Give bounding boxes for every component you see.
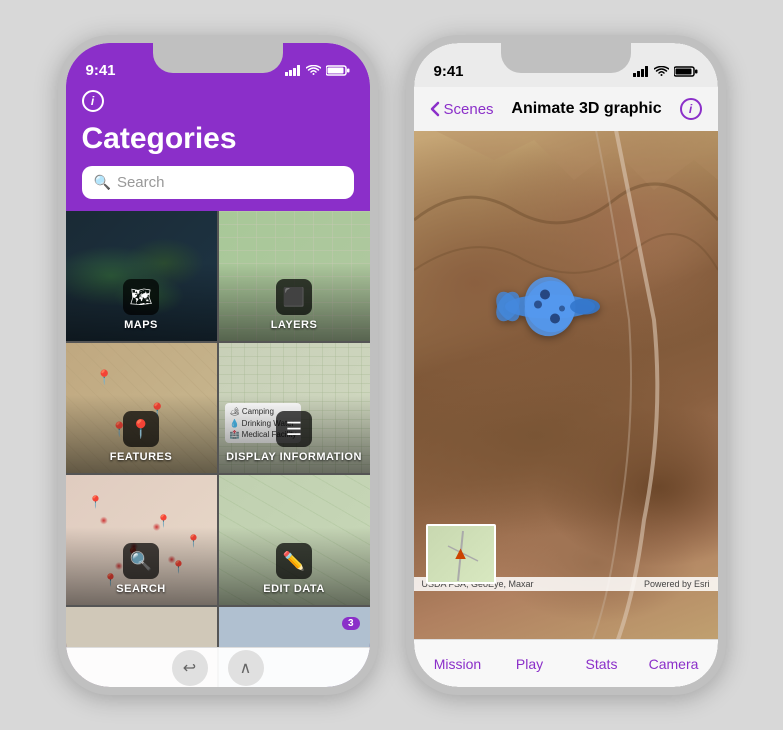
tab-play[interactable]: Play bbox=[494, 656, 566, 672]
tab-bar: Mission Play Stats Camera bbox=[414, 639, 718, 687]
tab-camera[interactable]: Camera bbox=[638, 656, 710, 672]
right-wifi-icon bbox=[654, 66, 669, 77]
grid-cell-edit[interactable]: ✏️ EDIT DATA bbox=[219, 475, 370, 605]
search-label: SEARCH bbox=[116, 583, 165, 595]
minimap-arrow: ▲ bbox=[452, 543, 470, 564]
wifi-icon bbox=[306, 65, 321, 76]
search-placeholder: Search bbox=[117, 174, 165, 191]
back-button-right[interactable]: Scenes bbox=[430, 101, 494, 118]
map-view: ▲ USDA FSA, GeoEye, Maxar Powered by Esr… bbox=[414, 131, 718, 639]
nav-title: Animate 3D graphic bbox=[511, 100, 661, 118]
page-title: Categories bbox=[82, 122, 354, 156]
search-bar[interactable]: 🔍 Search bbox=[82, 166, 354, 199]
features-icon: 📍 bbox=[123, 411, 159, 447]
tab-mission[interactable]: Mission bbox=[422, 656, 494, 672]
back-label: Scenes bbox=[444, 101, 494, 118]
left-bottom-nav: ↩ ∧ bbox=[66, 647, 370, 687]
left-phone: 9:41 bbox=[58, 35, 378, 695]
screenshot-container: 9:41 bbox=[0, 0, 783, 730]
search-cell-icon: 🔍 bbox=[123, 543, 159, 579]
search-pin-1: 📍 bbox=[88, 495, 103, 509]
categories-header: i Categories 🔍 Search bbox=[66, 86, 370, 211]
tab-stats[interactable]: Stats bbox=[566, 656, 638, 672]
features-label: FEATURES bbox=[110, 451, 172, 463]
grid-cell-maps[interactable]: 🗺 MAPS bbox=[66, 211, 217, 341]
right-time: 9:41 bbox=[434, 63, 464, 80]
right-battery-icon bbox=[674, 66, 698, 77]
right-nav-bar: Scenes Animate 3D graphic i bbox=[414, 87, 718, 131]
attribution-right: Powered by Esri bbox=[644, 579, 710, 589]
search-icon: 🔍 bbox=[94, 174, 111, 191]
right-signal-icon bbox=[633, 66, 649, 77]
grid-cell-layers[interactable]: ⬛ LAYERS bbox=[219, 211, 370, 341]
right-info-button[interactable]: i bbox=[680, 98, 702, 120]
up-button[interactable]: ∧ bbox=[228, 650, 264, 686]
grid-cell-features[interactable]: 📍 📍 📍 📍 FEATURES bbox=[66, 343, 217, 473]
maps-label: MAPS bbox=[124, 319, 158, 331]
back-chevron-icon bbox=[430, 101, 440, 117]
search-pin-2: 📍 bbox=[156, 514, 171, 528]
display-icon: ☰ bbox=[276, 411, 312, 447]
right-status-icons bbox=[633, 66, 698, 77]
airplane-graphic bbox=[490, 266, 610, 351]
layers-label: LAYERS bbox=[271, 319, 318, 331]
layers-icon: ⬛ bbox=[276, 279, 312, 315]
pin-1: 📍 bbox=[96, 369, 113, 386]
left-time: 9:41 bbox=[86, 62, 116, 79]
back-button[interactable]: ↩ bbox=[172, 650, 208, 686]
maps-icon: 🗺 bbox=[123, 279, 159, 315]
badge: 3 bbox=[342, 617, 360, 630]
right-status-bar: 9:41 bbox=[414, 43, 718, 87]
display-label: DISPLAY INFORMATION bbox=[226, 451, 362, 463]
grid-cell-display[interactable]: 🏕 Camping 💧 Drinking Water 🏥 Medical Fac… bbox=[219, 343, 370, 473]
left-status-icons bbox=[285, 65, 350, 76]
battery-icon bbox=[326, 65, 350, 76]
categories-grid: 🗺 MAPS ⬛ LAYERS bbox=[66, 211, 370, 687]
minimap: ▲ bbox=[426, 524, 496, 584]
edit-label: EDIT DATA bbox=[263, 583, 325, 595]
info-button[interactable]: i bbox=[82, 90, 104, 112]
signal-icon bbox=[285, 65, 301, 76]
grid-cell-search[interactable]: 📍 📍 📍 📍 📍 📍 🔍 SEARCH bbox=[66, 475, 217, 605]
edit-icon: ✏️ bbox=[276, 543, 312, 579]
right-phone: 9:41 bbox=[406, 35, 726, 695]
left-status-bar: 9:41 bbox=[66, 43, 370, 86]
